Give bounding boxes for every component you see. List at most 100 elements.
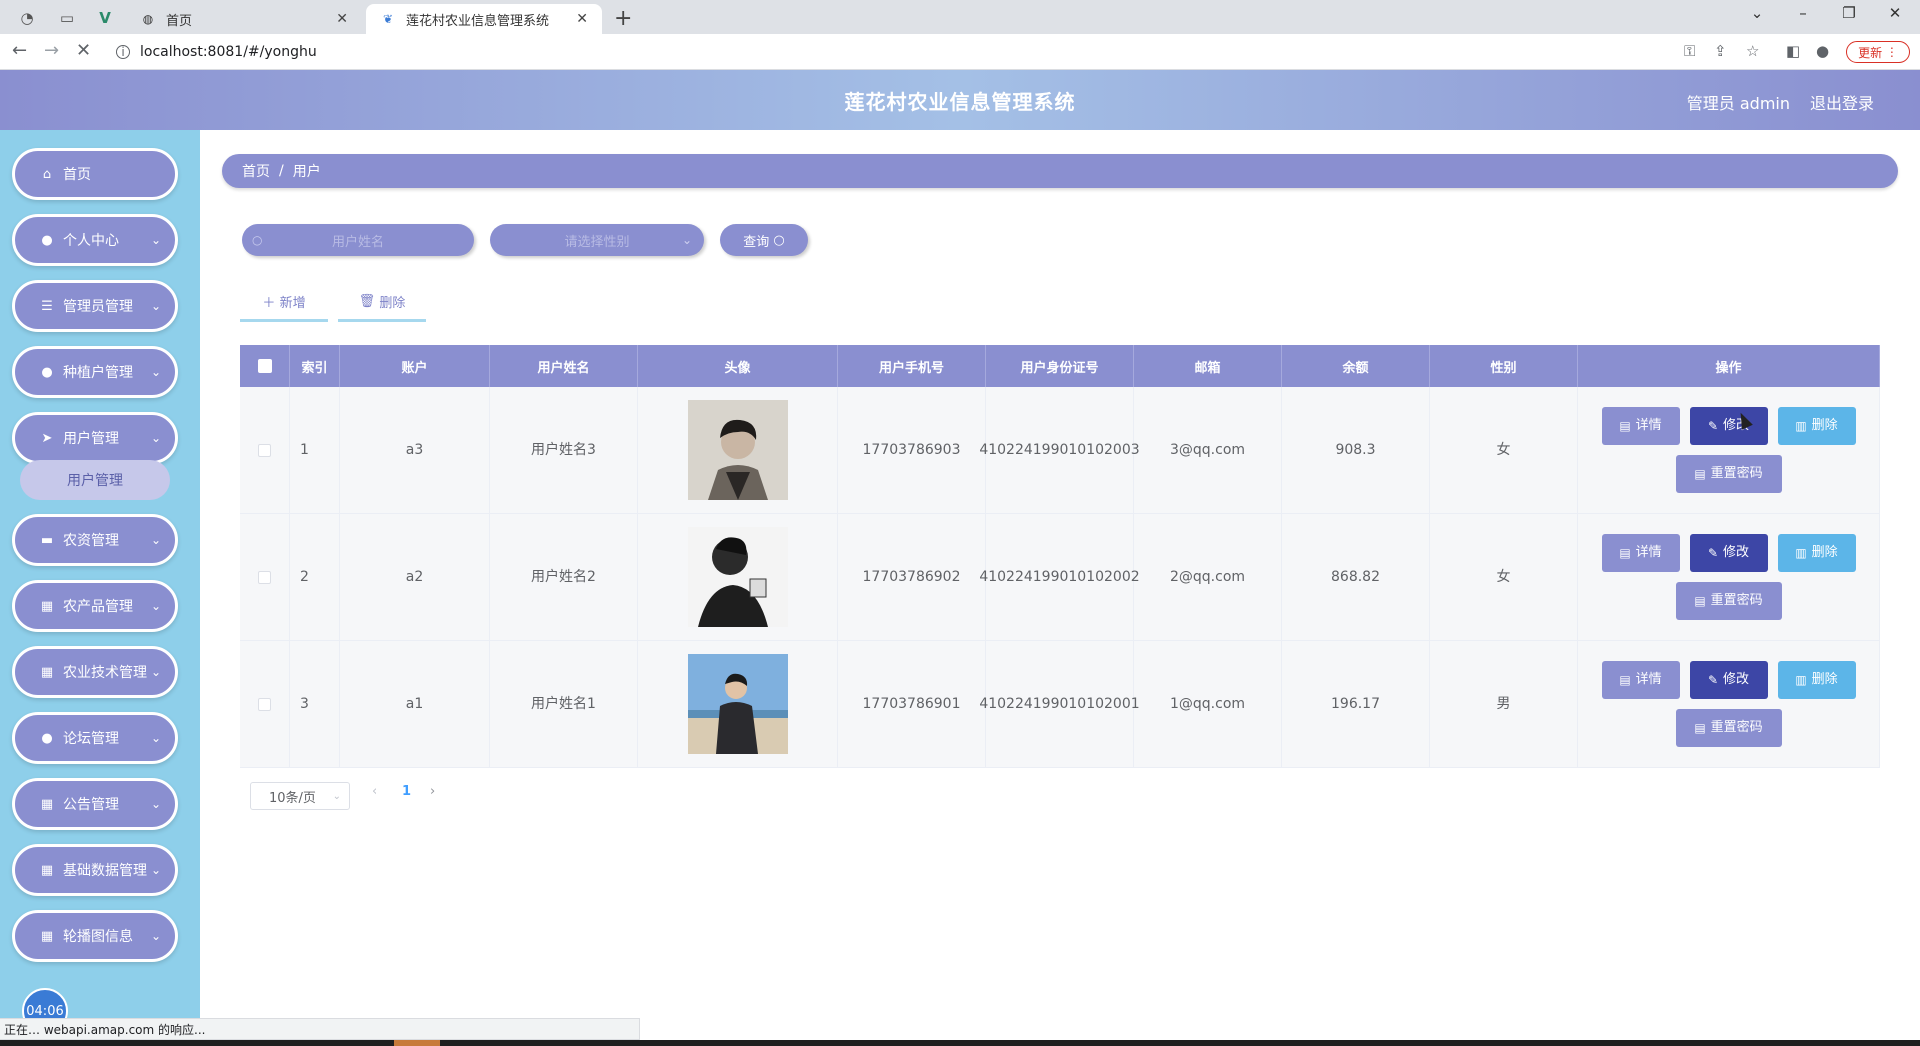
- sidepanel-icon[interactable]: ◧: [1786, 42, 1800, 60]
- row-checkbox[interactable]: [240, 641, 290, 767]
- document-icon: ▤: [1619, 673, 1631, 687]
- tab-search-icon[interactable]: ⌄: [1734, 4, 1780, 22]
- sidebar-item-products[interactable]: ▦ 农产品管理 ⌄: [12, 580, 178, 632]
- document-icon: ▤: [1694, 721, 1706, 735]
- sidebar-item-personal[interactable]: ● 个人中心 ⌄: [12, 214, 178, 266]
- logout-link[interactable]: 退出登录: [1810, 90, 1874, 114]
- close-icon[interactable]: ✕: [576, 11, 588, 27]
- info-icon[interactable]: i: [116, 45, 130, 59]
- checkbox-box[interactable]: [258, 570, 271, 584]
- detail-button[interactable]: ▤ 详情: [1601, 407, 1680, 445]
- sidebar-item-carousel[interactable]: ▦ 轮播图信息 ⌄: [12, 910, 178, 962]
- page-size-label: 10条/页: [269, 790, 316, 806]
- reset-label: 重置密码: [1710, 720, 1763, 735]
- chevron-down-icon: ⌄: [150, 365, 161, 379]
- tab-icon-1[interactable]: ◔: [10, 4, 44, 32]
- breadcrumb-home[interactable]: 首页: [242, 161, 270, 181]
- trash-icon: ▥: [1795, 673, 1807, 687]
- sidebar-item-basedata[interactable]: ▦ 基础数据管理 ⌄: [12, 844, 178, 896]
- reset-password-button[interactable]: ▤ 重置密码: [1675, 582, 1782, 620]
- tab-icon-vue[interactable]: V: [88, 4, 122, 32]
- stop-icon[interactable]: ✕: [76, 40, 91, 61]
- edit-icon: ✎: [1707, 546, 1719, 560]
- sidebar-item-growers[interactable]: ● 种植户管理 ⌄: [12, 346, 178, 398]
- key-icon[interactable]: ⚿: [1684, 42, 1695, 60]
- checkbox-box[interactable]: [257, 359, 272, 373]
- star-icon[interactable]: ☆: [1746, 42, 1759, 60]
- checkbox-box[interactable]: [258, 697, 271, 711]
- forward-icon[interactable]: →: [44, 40, 59, 61]
- close-icon[interactable]: ✕: [336, 11, 348, 27]
- edit-button[interactable]: ✎ 修改: [1689, 661, 1768, 699]
- search-name-input[interactable]: ○ 用户姓名: [242, 224, 474, 256]
- avatar-image[interactable]: [687, 654, 788, 754]
- tab-system[interactable]: ❦ 莲花村农业信息管理系统 ✕: [366, 4, 602, 34]
- breadcrumb-separator: /: [279, 163, 284, 179]
- cell-id-card: 410224199010102002: [979, 514, 1140, 640]
- minimize-icon[interactable]: –: [1780, 4, 1826, 22]
- sidebar-item-home[interactable]: ⌂ 首页: [12, 148, 178, 200]
- detail-button[interactable]: ▤ 详情: [1601, 661, 1680, 699]
- cell-actions: ▤ 详情 ✎ 修改 ▥ 删除 ▤ 重置密码: [1578, 387, 1880, 513]
- checkbox-box[interactable]: [258, 443, 271, 457]
- page-size-select[interactable]: 10条/页 ⌄: [250, 782, 350, 810]
- update-button[interactable]: 更新 ⋮: [1846, 41, 1910, 63]
- sidebar-item-admins[interactable]: ☰ 管理员管理 ⌄: [12, 280, 178, 332]
- sidebar-item-forum[interactable]: ● 论坛管理 ⌄: [12, 712, 178, 764]
- add-button[interactable]: ＋ 新增: [240, 284, 328, 322]
- profile-icon[interactable]: ●: [1816, 42, 1829, 60]
- delete-button[interactable]: ▥ 删除: [1777, 661, 1856, 699]
- detail-button[interactable]: ▤ 详情: [1601, 534, 1680, 572]
- restore-icon[interactable]: ❐: [1826, 4, 1872, 22]
- grid-icon: ▦: [40, 796, 54, 812]
- page-number[interactable]: 1: [402, 784, 411, 799]
- sidebar-item-label: 农产品管理: [63, 599, 133, 615]
- tab-home[interactable]: ◍ 首页 ✕: [126, 4, 362, 34]
- taskbar-active-app[interactable]: [394, 1040, 440, 1046]
- window-close-icon[interactable]: ✕: [1872, 4, 1918, 22]
- chevron-down-icon: ⌄: [150, 665, 161, 679]
- tab-icon-2[interactable]: ▭: [50, 4, 84, 32]
- app-title: 莲花村农业信息管理系统: [844, 89, 1076, 114]
- gender-select-placeholder: 请选择性别: [564, 234, 630, 250]
- reset-label: 重置密码: [1710, 466, 1763, 481]
- cell-account: a3: [340, 387, 490, 513]
- sidebar-item-label: 论坛管理: [63, 731, 119, 747]
- sidebar-item-supplies[interactable]: ▬ 农资管理 ⌄: [12, 514, 178, 566]
- sidebar-item-users[interactable]: ➤ 用户管理 ⌄: [12, 412, 178, 464]
- briefcase-icon: ▬: [40, 532, 54, 548]
- query-button[interactable]: 查询 ○: [720, 224, 808, 256]
- delete-button[interactable]: ▥ 删除: [1777, 407, 1856, 445]
- sidebar-item-label: 种植户管理: [63, 365, 133, 381]
- back-icon[interactable]: ←: [12, 40, 27, 61]
- prev-page-icon[interactable]: ‹: [372, 784, 377, 799]
- next-page-icon[interactable]: ›: [430, 784, 435, 799]
- sidebar-item-tech[interactable]: ▦ 农业技术管理 ⌄: [12, 646, 178, 698]
- edit-button[interactable]: ✎ 修改: [1689, 407, 1768, 445]
- share-icon[interactable]: ⇪: [1714, 42, 1727, 60]
- reset-password-button[interactable]: ▤ 重置密码: [1675, 709, 1782, 747]
- avatar-image[interactable]: [687, 527, 788, 627]
- select-all-checkbox[interactable]: [240, 345, 290, 387]
- new-tab-icon[interactable]: +: [614, 6, 632, 31]
- cell-index: 2: [290, 514, 340, 640]
- address-bar: ← → ✕ i localhost:8081/#/yonghu ⚿ ⇪ ☆ ◧ …: [0, 34, 1920, 70]
- avatar-image[interactable]: [687, 400, 788, 500]
- cell-email: 2@qq.com: [1134, 514, 1282, 640]
- submenu-user-management[interactable]: 用户管理: [20, 460, 170, 500]
- edit-label: 修改: [1723, 545, 1750, 560]
- cell-gender: 女: [1430, 387, 1578, 513]
- document-icon: ▤: [1619, 546, 1631, 560]
- row-checkbox[interactable]: [240, 387, 290, 513]
- sidebar-item-notices[interactable]: ▦ 公告管理 ⌄: [12, 778, 178, 830]
- url-field[interactable]: i localhost:8081/#/yonghu: [116, 40, 317, 64]
- app-header: 莲花村农业信息管理系统 管理员 admin 退出登录: [0, 70, 1920, 130]
- cell-name: 用户姓名3: [490, 387, 638, 513]
- bulk-delete-button[interactable]: 🗑 删除: [338, 284, 426, 322]
- delete-button[interactable]: ▥ 删除: [1777, 534, 1856, 572]
- row-checkbox[interactable]: [240, 514, 290, 640]
- cell-phone: 17703786903: [838, 387, 986, 513]
- edit-button[interactable]: ✎ 修改: [1689, 534, 1768, 572]
- reset-password-button[interactable]: ▤ 重置密码: [1675, 455, 1782, 493]
- gender-select[interactable]: 请选择性别 ⌄: [490, 224, 704, 256]
